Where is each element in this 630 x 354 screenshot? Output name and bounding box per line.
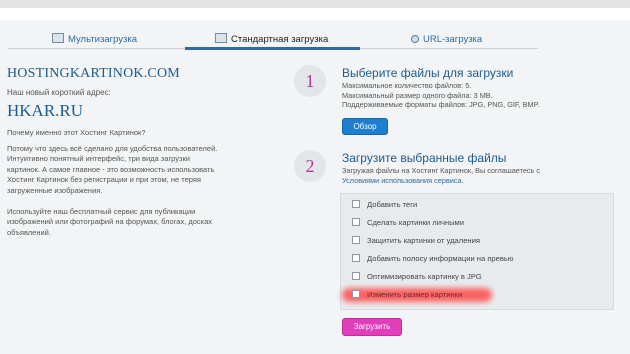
tab-standard-upload-label: Стандартная загрузка (231, 34, 329, 45)
option-info-bar[interactable]: Добавить полосу информации на превью (352, 253, 514, 265)
tab-url-upload[interactable]: URL-загрузка (411, 33, 482, 47)
option-label: Сделать картинки личными (367, 218, 465, 227)
active-tab-indicator (185, 47, 360, 50)
checkbox[interactable] (352, 254, 360, 262)
option-add-tags[interactable]: Добавить теги (352, 199, 417, 211)
agree-text: Загружая файлы на Хостинг Картинок, Вы с… (342, 166, 541, 175)
top-strip (0, 0, 630, 8)
step-2-info: Загружая файлы на Хостинг Картинок, Вы с… (342, 166, 540, 185)
short-address: HKAR.RU (7, 101, 84, 120)
short-address-label: Наш новый короткий адрес: (7, 88, 111, 97)
option-private[interactable]: Сделать картинки личными (352, 217, 464, 229)
checkbox[interactable] (352, 200, 360, 208)
option-optimize-jpg[interactable]: Оптимизировать картинку в JPG (352, 271, 482, 283)
tab-url-upload-label: URL-загрузка (423, 34, 483, 45)
top-area (0, 8, 630, 20)
option-label: Изменить размер картинки (367, 290, 463, 299)
browse-button[interactable]: Обзор (342, 118, 388, 135)
why-heading: Почему именно этот Хостинг Картинок? (7, 128, 146, 137)
option-resize[interactable]: Изменить размер картинки (352, 289, 462, 301)
step-1-title: Выберите файлы для загрузки (342, 66, 514, 80)
option-label: Добавить теги (367, 200, 418, 209)
tab-multiupload[interactable]: Мультизагрузка (52, 33, 137, 47)
step-1-number: 1 (294, 65, 326, 97)
option-label: Добавить полосу информации на превью (367, 254, 514, 263)
formats-text: Поддерживаемые форматы файлов: JPG, PNG,… (342, 100, 540, 109)
picture-icon (215, 33, 227, 43)
option-label: Защитить картинки от удаления (367, 236, 480, 245)
tab-standard-upload[interactable]: Стандартная загрузка (215, 33, 328, 47)
terms-link[interactable]: Условиями использования сервиса. (342, 176, 540, 186)
step-1-info: Максимальное количество файлов: 5. Макси… (342, 81, 540, 110)
step-2-number: 2 (294, 150, 326, 182)
checkbox[interactable] (352, 218, 360, 226)
checkbox[interactable] (352, 272, 360, 280)
globe-icon (411, 35, 419, 43)
tab-multiupload-label: Мультизагрузка (68, 34, 138, 45)
image-stack-icon (52, 33, 64, 43)
site-brand: HOSTINGKARTINOK.COM (7, 66, 180, 81)
option-protect[interactable]: Защитить картинки от удаления (352, 235, 480, 247)
checkbox[interactable] (352, 290, 360, 298)
left-info-column: HOSTINGKARTINOK.COM Наш новый короткий а… (7, 66, 222, 238)
usage-text: Используйте наш бесплатный сервис для пу… (7, 206, 213, 237)
upload-button[interactable]: Загрузить (342, 318, 402, 336)
option-label: Оптимизировать картинку в JPG (367, 272, 482, 281)
step-2-title: Загрузите выбранные файлы (342, 151, 507, 165)
max-files-text: Максимальное количество файлов: 5. (342, 81, 472, 90)
checkbox[interactable] (352, 236, 360, 244)
why-text: Потому что здесь всё сделано для удобств… (7, 143, 218, 195)
max-size-text: Максимальный размер одного файла: 3 MB. (342, 90, 493, 100)
